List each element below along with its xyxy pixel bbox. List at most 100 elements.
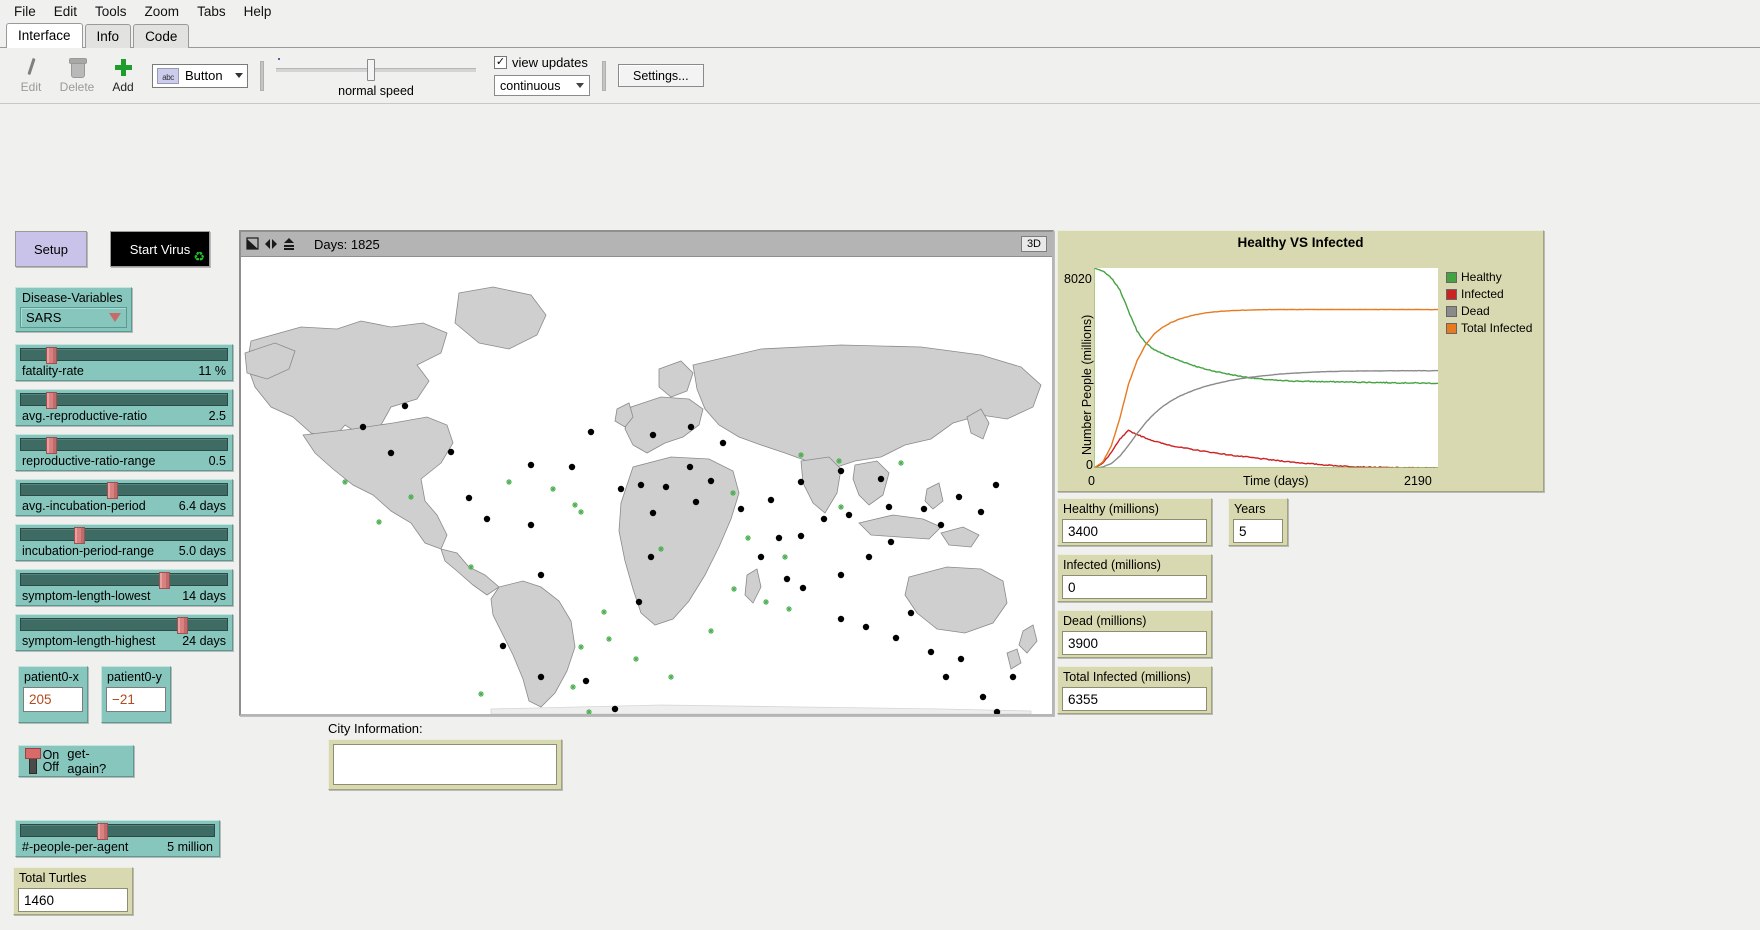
- update-mode-select[interactable]: continuous: [494, 75, 590, 96]
- disease-variables-value-box[interactable]: SARS: [20, 307, 127, 328]
- tab-code[interactable]: Code: [133, 24, 189, 48]
- world-view[interactable]: Days: 1825 3D: [239, 230, 1054, 716]
- menu-tabs[interactable]: Tabs: [189, 2, 234, 21]
- add-button[interactable]: Add: [100, 52, 146, 100]
- slider-thumb[interactable]: [177, 617, 188, 634]
- slider-avg-incubation-period[interactable]: avg.-incubation-period6.4 days: [15, 479, 233, 516]
- city-dot[interactable]: [388, 450, 394, 456]
- city-dot[interactable]: [650, 510, 656, 516]
- menu-edit[interactable]: Edit: [46, 2, 85, 21]
- menu-tools[interactable]: Tools: [87, 2, 135, 21]
- start-virus-button[interactable]: Start Virus ♻: [110, 231, 210, 267]
- slider-thumb[interactable]: [107, 482, 118, 499]
- slider-thumb[interactable]: [159, 572, 170, 589]
- city-dot[interactable]: [886, 504, 892, 510]
- city-dot[interactable]: [648, 554, 654, 560]
- city-dot[interactable]: [888, 539, 894, 545]
- city-dot[interactable]: [738, 506, 744, 512]
- city-dot[interactable]: [693, 499, 699, 505]
- city-dot[interactable]: [538, 674, 544, 680]
- city-dot[interactable]: [402, 403, 408, 409]
- slider-track[interactable]: [20, 393, 228, 406]
- speed-slider-thumb[interactable]: [367, 59, 375, 81]
- city-dot[interactable]: [878, 476, 884, 482]
- slider-thumb[interactable]: [46, 437, 57, 454]
- setup-button[interactable]: Setup: [15, 231, 87, 267]
- slider-reproductive-ratio-range[interactable]: reproductive-ratio-range0.5: [15, 434, 233, 471]
- slider-avg-reproductive-ratio[interactable]: avg.-reproductive-ratio2.5: [15, 389, 233, 426]
- patient0-x-input[interactable]: patient0-x 205: [18, 666, 88, 723]
- slider-track[interactable]: [20, 573, 228, 586]
- city-dot[interactable]: [821, 516, 827, 522]
- city-dot[interactable]: [980, 694, 986, 700]
- vertical-arrows-icon[interactable]: [282, 237, 296, 251]
- slider-track[interactable]: [20, 438, 228, 451]
- city-dot[interactable]: [866, 554, 872, 560]
- city-dot[interactable]: [908, 610, 914, 616]
- slider-thumb[interactable]: [46, 347, 57, 364]
- patient0-y-input[interactable]: patient0-y −21: [101, 666, 171, 723]
- slider-track[interactable]: [20, 618, 228, 631]
- city-dot[interactable]: [943, 674, 949, 680]
- switch-knob[interactable]: [25, 748, 41, 759]
- city-dot[interactable]: [993, 482, 999, 488]
- city-dot[interactable]: [528, 462, 534, 468]
- get-again-switch[interactable]: On Off get-again?: [18, 745, 134, 777]
- menu-zoom[interactable]: Zoom: [137, 2, 188, 21]
- menu-help[interactable]: Help: [236, 2, 280, 21]
- slider-people-per-agent[interactable]: #-people-per-agent 5 million: [15, 820, 220, 857]
- city-dot[interactable]: [448, 449, 454, 455]
- city-dot[interactable]: [768, 497, 774, 503]
- city-dot[interactable]: [360, 424, 366, 430]
- map-canvas[interactable]: [241, 257, 1052, 714]
- city-dot[interactable]: [798, 479, 804, 485]
- city-dot[interactable]: [958, 656, 964, 662]
- slider-thumb[interactable]: [74, 527, 85, 544]
- city-dot[interactable]: [583, 678, 589, 684]
- city-dot[interactable]: [688, 424, 694, 430]
- checkbox-icon[interactable]: ✓: [494, 56, 507, 69]
- horizontal-arrows-icon[interactable]: [264, 237, 278, 251]
- city-dot[interactable]: [938, 522, 944, 528]
- slider-symptom-length-highest[interactable]: symptom-length-highest24 days: [15, 614, 233, 651]
- switch-toggle-icon[interactable]: [25, 747, 41, 775]
- city-dot[interactable]: [921, 506, 927, 512]
- city-dot[interactable]: [838, 616, 844, 622]
- tab-interface[interactable]: Interface: [6, 23, 83, 48]
- city-dot[interactable]: [720, 440, 726, 446]
- city-dot[interactable]: [466, 495, 472, 501]
- delete-button[interactable]: Delete: [54, 52, 100, 100]
- slider-thumb[interactable]: [46, 392, 57, 409]
- city-dot[interactable]: [863, 624, 869, 630]
- city-dot[interactable]: [618, 486, 624, 492]
- city-dot[interactable]: [663, 484, 669, 490]
- city-dot[interactable]: [588, 429, 594, 435]
- city-dot[interactable]: [784, 576, 790, 582]
- city-dot[interactable]: [638, 482, 644, 488]
- menu-file[interactable]: File: [6, 2, 44, 21]
- city-dot[interactable]: [500, 643, 506, 649]
- city-dot[interactable]: [978, 509, 984, 515]
- city-dot[interactable]: [798, 533, 804, 539]
- settings-button[interactable]: Settings...: [618, 64, 704, 87]
- city-dot[interactable]: [893, 635, 899, 641]
- switch-to-3d-button[interactable]: 3D: [1021, 236, 1047, 252]
- speed-slider[interactable]: normal speed: [276, 54, 486, 98]
- view-control-icons[interactable]: [246, 237, 296, 251]
- city-information-box[interactable]: [328, 739, 562, 790]
- slider-thumb[interactable]: [97, 823, 108, 840]
- slider-symptom-length-lowest[interactable]: symptom-length-lowest14 days: [15, 569, 233, 606]
- city-dot[interactable]: [758, 554, 764, 560]
- disease-variables-chooser[interactable]: Disease-Variables SARS: [15, 287, 132, 332]
- city-dot[interactable]: [708, 478, 714, 484]
- city-dot[interactable]: [776, 535, 782, 541]
- city-dot[interactable]: [838, 468, 844, 474]
- slider-track[interactable]: [20, 528, 228, 541]
- widget-type-select[interactable]: abc Button: [152, 64, 248, 88]
- city-dot[interactable]: [612, 706, 618, 712]
- slider-track[interactable]: [20, 483, 228, 496]
- city-dot[interactable]: [928, 649, 934, 655]
- view-updates-checkbox-row[interactable]: ✓ view updates: [494, 55, 590, 70]
- city-dot[interactable]: [687, 464, 693, 470]
- resize-icon[interactable]: [246, 237, 260, 251]
